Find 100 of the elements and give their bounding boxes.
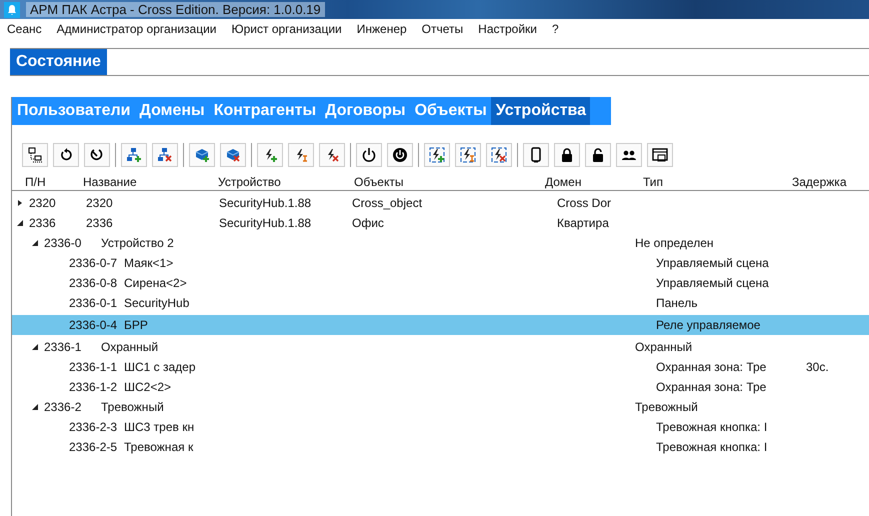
power-button[interactable] [356,143,382,167]
table-cell: Cross Dor [557,196,612,210]
table-cell: SecurityHub [124,296,190,310]
state-tab[interactable]: Состояние [10,49,107,75]
remove-network-button[interactable] [152,143,178,167]
phone-button[interactable] [523,143,549,167]
table-cell: 2336-0 [44,236,82,250]
table-cell: Охранная зона: Тре [656,360,766,374]
table-cell: Панель [656,296,698,310]
selected-row[interactable]: 2336-0-4 БРР Реле управляемое [12,315,869,335]
table-cell: 2336 [86,216,113,230]
remove-bolt-button[interactable] [319,143,345,167]
remove-network-icon [157,147,173,163]
add-block-icon [194,147,210,163]
collapse-icon[interactable] [17,220,23,226]
table-cell: Не определен [635,236,714,250]
table-cell: ШС2<2> [124,380,172,394]
table-cell: Тревожная кнопка: I [656,440,768,454]
window-title: АРМ ПАК Астра - Cross Edition. Версия: 1.0.0.19 [26,2,325,17]
table-cell: Охранная зона: Тре [656,380,766,394]
add-block-button[interactable] [189,143,215,167]
remove-block-button[interactable] [220,143,246,167]
menu-item[interactable]: Настройки [478,22,537,36]
add-framed-bolt-icon [429,147,445,163]
table-cell: Тревожный [101,400,164,414]
unlock-icon [590,147,606,163]
column-header[interactable]: Название [83,174,218,188]
table-cell: Тревожная к [124,440,194,454]
add-bolt-button[interactable] [257,143,283,167]
collapse-icon[interactable] [32,404,38,410]
table-cell: ШС1 с задер [124,360,196,374]
add-network-button[interactable] [121,143,147,167]
window-icon [652,147,668,163]
table-cell: Устройство 2 [101,236,174,250]
refresh-icon [58,147,74,163]
table-cell: SecurityHub.1.88 [219,216,312,230]
table-cell: 2336 [29,216,56,230]
column-header[interactable]: Задержка [792,174,852,188]
edit-framed-bolt-button[interactable] [455,143,481,167]
unlock-button[interactable] [585,143,611,167]
table-cell: БРР [124,318,148,332]
network-button[interactable] [22,143,48,167]
timer-button[interactable] [84,143,110,167]
power-icon [361,147,377,163]
table-cell: 2336-0-8 [69,276,118,290]
menu-item[interactable]: Отчеты [422,22,464,36]
table-cell: Управляемый сцена [656,256,769,270]
lock-button[interactable] [554,143,580,167]
column-header[interactable]: Объекты [354,174,545,188]
power-filled-button[interactable] [387,143,413,167]
column-header[interactable]: Тип [643,174,792,188]
menu-item[interactable]: ? [552,22,559,36]
timer-icon [89,147,105,163]
table-cell: Охранный [635,340,692,354]
table-cell: 2336-1-2 [69,380,118,394]
menu-item[interactable]: Администратор организации [56,22,216,36]
add-network-icon [126,147,142,163]
table-cell: Cross_object [352,196,422,210]
table-cell: 2336-1 [44,340,82,354]
table-cell: 2336-0-4 [69,318,118,332]
table-cell: 2320 [29,196,56,210]
table-cell: ШС3 трев кн [124,420,194,434]
column-header[interactable]: П/Н [25,174,83,188]
table-cell: Реле управляемое [656,318,760,332]
table-cell: SecurityHub.1.88 [219,196,312,210]
add-framed-bolt-button[interactable] [424,143,450,167]
window-button[interactable] [647,143,673,167]
collapse-icon[interactable] [32,344,38,350]
table-cell: Тревожный [635,400,698,414]
people-button[interactable] [616,143,642,167]
table-cell: Охранный [101,340,158,354]
menu-item[interactable]: Инженер [356,22,407,36]
table-cell: Управляемый сцена [656,276,769,290]
table-cell: Офис [352,216,384,230]
refresh-button[interactable] [53,143,79,167]
remove-framed-bolt-icon [491,147,507,163]
table-cell: Сирена<2> [124,276,187,290]
table-cell: 2336-0-7 [69,256,118,270]
table-cell: Квартира [557,216,609,230]
table-cell: Тревожная кнопка: I [656,420,768,434]
menu-item[interactable]: Сеанс [7,22,42,36]
menu-item[interactable]: Юрист организации [231,22,342,36]
table-cell: 2336-2 [44,400,82,414]
table-cell: 2336-2-5 [69,440,118,454]
table-cell: Маяк<1> [124,256,174,270]
remove-framed-bolt-button[interactable] [486,143,512,167]
edit-bolt-button[interactable] [288,143,314,167]
network-icon [27,147,43,163]
column-header[interactable]: Устройство [218,174,354,188]
table-cell: 2336-2-3 [69,420,118,434]
column-header[interactable]: Домен [545,174,643,188]
table-cell: 2336-0-1 [69,296,118,310]
table-cell: 30с. [806,360,829,374]
tab[interactable]: Устройства [490,97,590,125]
edit-framed-bolt-icon [460,147,476,163]
lock-icon [559,147,575,163]
power-filled-icon [392,147,408,163]
collapse-icon[interactable] [32,240,38,246]
expand-icon[interactable] [17,200,23,206]
remove-block-icon [225,147,241,163]
